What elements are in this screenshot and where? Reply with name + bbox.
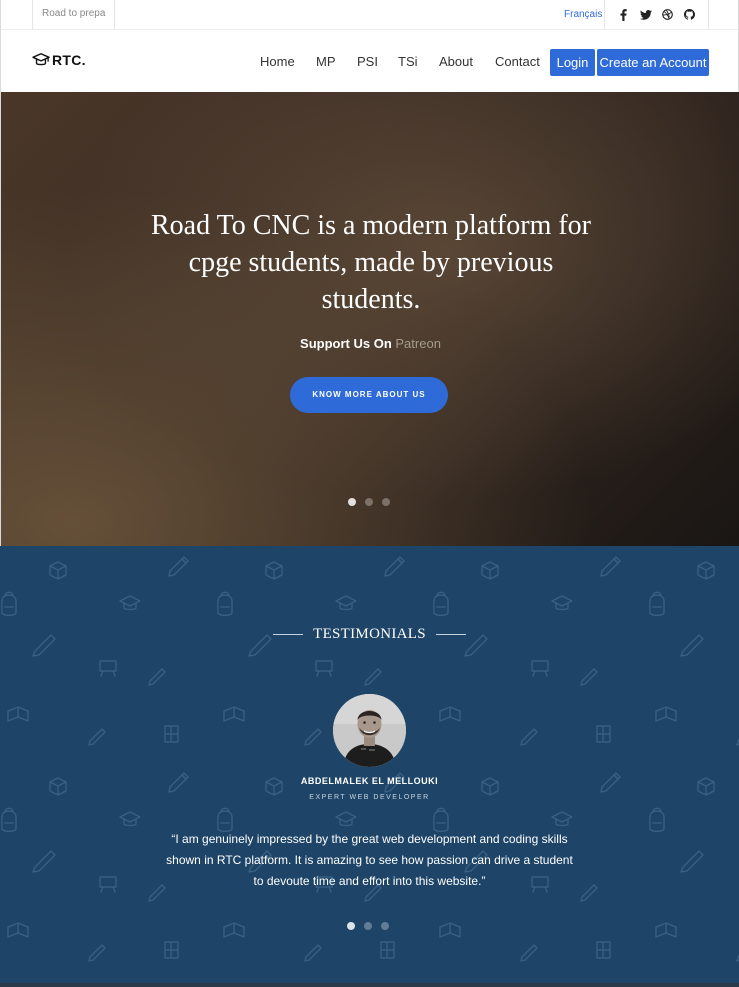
testimonial-quote: “I am genuinely impressed by the great w… (166, 832, 573, 888)
hero-slider: Road To CNC is a modern platform for cpg… (0, 92, 739, 546)
testimonial-slide-dot-2[interactable] (364, 922, 372, 930)
patreon-link[interactable]: Patreon (395, 336, 441, 351)
brand-name: RTC. (52, 52, 86, 68)
support-line: Support Us On Patreon (1, 336, 739, 351)
avatar (333, 694, 406, 767)
graduation-cap-icon (32, 53, 50, 66)
heading-line-left (273, 634, 304, 635)
know-more-button[interactable]: Know more about us (290, 377, 448, 413)
twitter-icon[interactable] (639, 8, 653, 22)
heading-line-right (435, 634, 466, 635)
facebook-icon[interactable] (617, 8, 631, 22)
hero-slide-dot-3[interactable] (382, 498, 390, 506)
footer-edge (0, 983, 739, 987)
nav-link-about[interactable]: About (439, 54, 473, 69)
testimonials-heading: TESTIMONIALS (0, 626, 739, 643)
nav-link-mp[interactable]: MP (316, 54, 336, 69)
site-tagline: Road to prepa (32, 0, 116, 29)
nav-link-tsi[interactable]: TSi (398, 54, 418, 69)
site-logo[interactable]: RTC. (32, 52, 86, 68)
testimonial-slide-dot-3[interactable] (381, 922, 389, 930)
top-bar: Road to prepa Français (0, 0, 739, 30)
dribbble-icon[interactable] (660, 8, 674, 22)
hero-slide-dots (348, 498, 390, 506)
hero-slide-dot-1[interactable] (348, 498, 356, 506)
main-navbar: RTC. Home MP PSI TSi About Contact Login… (0, 30, 739, 92)
hero-slide-dot-2[interactable] (365, 498, 373, 506)
testimonial-slide-dots (347, 922, 389, 930)
testimonial-author-role: EXPERT WEB DEVELOPER (309, 794, 430, 801)
testimonial-slide-dot-1[interactable] (347, 922, 355, 930)
testimonial-author-name: ABDELMALEK EL MELLOUKI (300, 776, 439, 786)
nav-link-home[interactable]: Home (260, 54, 295, 69)
github-icon[interactable] (682, 8, 696, 22)
login-button[interactable]: Login (550, 49, 595, 76)
social-links (604, 0, 709, 29)
hero-headline: Road To CNC is a modern platform for cpg… (150, 210, 591, 315)
testimonials-title: TESTIMONIALS (313, 626, 426, 642)
language-switch-link[interactable]: Français (564, 0, 602, 30)
support-text: Support Us On (300, 336, 392, 351)
nav-link-contact[interactable]: Contact (495, 54, 540, 69)
nav-link-psi[interactable]: PSI (357, 54, 378, 69)
create-account-button[interactable]: Create an Account (597, 49, 709, 76)
testimonials-section: TESTIMONIALS ABDELMALEK EL MELLOUKI EXPE… (0, 546, 739, 987)
